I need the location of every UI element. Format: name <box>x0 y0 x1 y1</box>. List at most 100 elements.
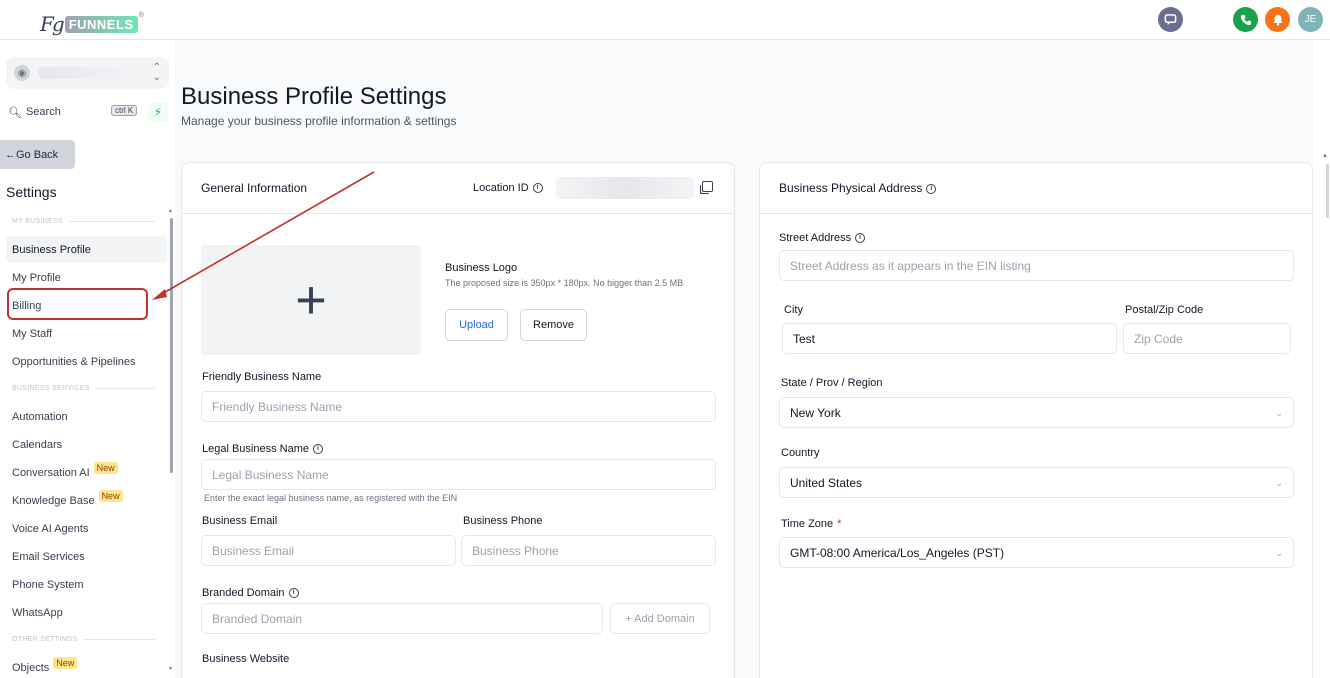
street-address-input[interactable]: Street Address as it appears in the EIN … <box>779 250 1294 281</box>
business-website-label: Business Website <box>202 653 290 665</box>
logo-prefix: Fg <box>40 12 65 36</box>
upload-button[interactable]: Upload <box>445 309 508 341</box>
branded-domain-label: Branded Domain i <box>202 587 299 599</box>
friendly-name-input[interactable]: Friendly Business Name <box>201 391 716 422</box>
account-switcher[interactable]: ◉ ⌃ ⌄ <box>6 57 169 89</box>
new-badge: New <box>93 461 118 474</box>
business-phone-label: Business Phone <box>463 515 543 527</box>
business-logo-label: Business Logo <box>445 262 518 274</box>
info-icon[interactable]: i <box>855 233 866 244</box>
business-email-input[interactable]: Business Email <box>201 535 456 566</box>
info-icon[interactable]: i <box>313 444 324 455</box>
city-input[interactable]: Test <box>782 323 1117 354</box>
general-information-card: General Information Location ID i + Busin… <box>181 162 735 678</box>
scroll-up-arrow[interactable]: ▲ <box>1322 153 1328 159</box>
sidebar-item-phone-system[interactable]: Phone System <box>6 571 167 598</box>
sidebar-item-voice-ai-agents[interactable]: Voice AI Agents <box>6 515 167 542</box>
zip-code-input[interactable]: Zip Code <box>1123 323 1291 354</box>
new-badge: New <box>98 489 123 502</box>
remove-button[interactable]: Remove <box>520 309 587 341</box>
user-avatar[interactable]: JE <box>1298 7 1323 32</box>
zip-code-label: Postal/Zip Code <box>1125 304 1204 316</box>
country-label: Country <box>781 447 820 459</box>
logo-registered-mark: ® <box>138 12 144 19</box>
sidebar-item-knowledge-base[interactable]: Knowledge Base New <box>6 487 167 514</box>
sidebar-scrollbar[interactable] <box>170 218 173 473</box>
business-address-title: Business Physical Address i <box>779 181 937 195</box>
location-pin-icon: ◉ <box>14 65 30 81</box>
info-icon[interactable]: i <box>288 588 299 599</box>
business-logo-hint: The proposed size is 350px * 180px. No b… <box>445 278 684 288</box>
scroll-up-arrow[interactable]: ▲ <box>168 208 173 214</box>
sidebar-item-whatsapp[interactable]: WhatsApp <box>6 599 167 626</box>
sidebar-item-label: Phone System <box>12 578 84 591</box>
go-back-button[interactable]: ← Go Back <box>0 140 75 169</box>
sidebar-item-label: Email Services <box>12 550 85 563</box>
friendly-name-label: Friendly Business Name <box>202 371 322 383</box>
brand-logo[interactable]: Fg FUNNELS ® <box>40 12 144 36</box>
billing-highlight-box <box>7 288 148 320</box>
sidebar-item-label: Voice AI Agents <box>12 522 89 535</box>
state-value: New York <box>790 405 841 420</box>
chevron-down-icon: ⌄ <box>1275 478 1283 488</box>
sidebar-item-opportunities-pipelines[interactable]: Opportunities & Pipelines <box>6 348 167 375</box>
business-address-card: Business Physical Address i Street Addres… <box>759 162 1313 678</box>
location-id-label: Location ID i <box>473 182 543 194</box>
business-phone-input[interactable]: Business Phone <box>461 535 716 566</box>
section-other-settings: OTHER SETTINGS <box>12 636 155 643</box>
logo-word: FUNNELS <box>64 15 138 33</box>
sidebar-search[interactable]: 🔍︎ Search ctrl K <box>8 103 142 121</box>
scroll-down-arrow[interactable]: ▼ <box>168 666 173 672</box>
sidebar-item-label: My Profile <box>12 271 61 284</box>
chevron-up-down-icon: ⌃ ⌄ <box>152 62 161 83</box>
sidebar-item-label: My Staff <box>12 327 53 340</box>
state-select[interactable]: New York ⌄ <box>779 397 1294 428</box>
sidebar-item-label: Objects <box>12 661 50 674</box>
sidebar-item-objects[interactable]: Objects New <box>6 654 167 678</box>
info-icon[interactable]: i <box>532 183 543 194</box>
sidebar-item-label: Opportunities & Pipelines <box>12 355 136 368</box>
sidebar-item-my-staff[interactable]: My Staff <box>6 320 167 347</box>
main-scrollbar[interactable] <box>1326 164 1329 218</box>
time-zone-select[interactable]: GMT-08:00 America/Los_Angeles (PST) ⌄ <box>779 537 1294 568</box>
right-gutter <box>1313 40 1330 678</box>
sidebar-item-email-services[interactable]: Email Services <box>6 543 167 570</box>
chevron-down-icon: ⌄ <box>1275 548 1283 558</box>
phone-icon[interactable] <box>1233 7 1258 32</box>
sidebar-item-business-profile[interactable]: Business Profile <box>6 236 167 263</box>
chat-icon[interactable] <box>1158 7 1183 32</box>
state-label: State / Prov / Region <box>781 377 883 389</box>
new-badge: New <box>53 656 78 669</box>
location-id-value-redacted <box>556 177 694 199</box>
section-business-services: BUSINESS SERVICES <box>12 385 155 392</box>
chevron-down-icon: ⌄ <box>1275 408 1283 418</box>
copy-icon[interactable] <box>702 181 713 192</box>
branded-domain-input[interactable]: Branded Domain <box>201 603 603 634</box>
page-title: Business Profile Settings <box>181 83 447 110</box>
bell-icon[interactable] <box>1265 7 1290 32</box>
card-header: General Information Location ID i <box>182 163 734 214</box>
sidebar-item-conversation-ai[interactable]: Conversation AI New <box>6 459 167 486</box>
city-label: City <box>784 304 803 316</box>
country-select[interactable]: United States ⌄ <box>779 467 1294 498</box>
sidebar-item-label: Business Profile <box>12 243 91 256</box>
lightning-icon[interactable]: ⚡︎ <box>148 102 168 122</box>
logo-upload-dropzone[interactable]: + <box>201 245 421 355</box>
sidebar-item-my-profile[interactable]: My Profile <box>6 264 167 291</box>
legal-name-input[interactable]: Legal Business Name <box>201 459 716 490</box>
sidebar-item-label: Knowledge Base <box>12 494 95 507</box>
settings-title: Settings <box>6 184 57 200</box>
add-domain-button[interactable]: + Add Domain <box>610 603 710 634</box>
sidebar-item-calendars[interactable]: Calendars <box>6 431 167 458</box>
search-shortcut: ctrl K <box>111 105 138 116</box>
arrow-left-icon: ← <box>5 148 16 161</box>
go-back-label: Go Back <box>16 148 59 161</box>
sidebar-item-label: Calendars <box>12 438 63 451</box>
sidebar-item-automation[interactable]: Automation <box>6 403 167 430</box>
search-icon: 🔍︎ <box>8 106 22 119</box>
info-icon[interactable]: i <box>926 183 937 194</box>
sidebar: ◉ ⌃ ⌄ 🔍︎ Search ctrl K ⚡︎ ← Go Back Setti… <box>0 40 175 678</box>
top-bar: Fg FUNNELS ® JE <box>0 0 1330 40</box>
sidebar-item-label: Automation <box>12 410 68 423</box>
sidebar-item-label: WhatsApp <box>12 606 63 619</box>
